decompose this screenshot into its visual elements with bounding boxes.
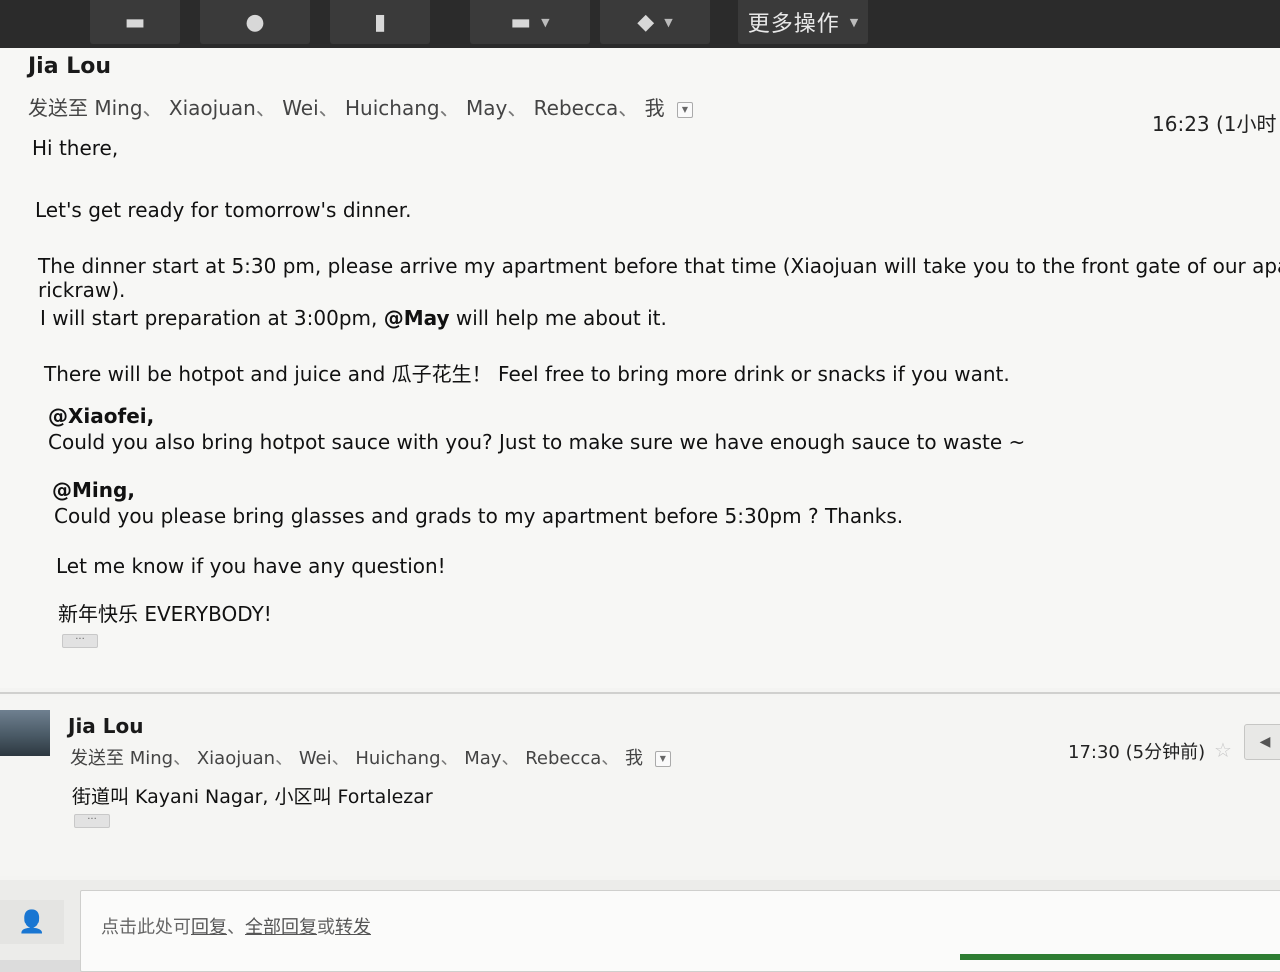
- recipient[interactable]: Ming: [94, 96, 142, 120]
- recipient-separator: 、: [318, 96, 339, 120]
- recipients-prefix: 发送至: [28, 96, 88, 120]
- spam-icon: ●: [245, 9, 265, 35]
- user-icon: 👤: [0, 900, 64, 944]
- labels-button[interactable]: ◆ ▼: [600, 0, 710, 44]
- message-expanded: Jia Lou 发送至 Ming、 Xiaojuan、 Wei、 Huichan…: [0, 48, 1280, 688]
- sender-name[interactable]: Jia Lou: [68, 714, 143, 738]
- recipient-separator: 、: [255, 96, 276, 120]
- recipient[interactable]: Ming: [130, 748, 173, 769]
- archive-icon: ▬: [124, 9, 146, 35]
- message-timestamp: 16:23 (1小时: [1152, 112, 1277, 136]
- sender-name[interactable]: Jia Lou: [28, 54, 111, 79]
- reply-or: 或: [317, 917, 335, 938]
- recipient-separator: 、: [501, 748, 520, 769]
- recipient-separator: 、: [507, 96, 528, 120]
- chevron-down-icon: ▼: [849, 15, 859, 29]
- delete-button[interactable]: ▮: [330, 0, 430, 44]
- recipient[interactable]: Rebecca: [525, 748, 601, 769]
- report-spam-button[interactable]: ●: [200, 0, 310, 44]
- move-to-button[interactable]: ▬ ▼: [470, 0, 590, 44]
- recipient[interactable]: 我: [625, 748, 643, 769]
- body-paragraph: 街道叫 Kayani Nagar, 小区叫 Fortalezar: [72, 786, 433, 808]
- body-text: will help me about it.: [449, 306, 667, 330]
- star-icon[interactable]: ☆: [1214, 738, 1232, 762]
- recipient[interactable]: Wei: [299, 748, 332, 769]
- details-dropdown-icon[interactable]: ▼: [676, 101, 693, 118]
- recipient-list: 发送至 Ming、 Xiaojuan、 Wei、 Huichang、 May、 …: [28, 92, 693, 121]
- body-paragraph: There will be hotpot and juice and 瓜子花生！…: [44, 362, 1010, 386]
- chevron-down-icon: ▼: [541, 15, 550, 29]
- recipient-separator: 、: [173, 748, 192, 769]
- body-paragraph: 新年快乐 EVERYBODY!: [58, 602, 272, 626]
- folder-icon: ▬: [510, 9, 532, 35]
- chevron-down-icon: ▼: [664, 15, 673, 29]
- archive-button[interactable]: ▬: [90, 0, 180, 44]
- recipient-separator: 、: [601, 748, 620, 769]
- recipient-separator: 、: [331, 748, 350, 769]
- reply-arrow-icon[interactable]: ◀: [1244, 724, 1280, 760]
- reply-all-link[interactable]: 全部回复: [245, 917, 317, 938]
- recipient-separator: 、: [275, 748, 294, 769]
- mention-ming[interactable]: @Ming,: [52, 478, 135, 502]
- body-text: I will start preparation at 3:00pm,: [40, 306, 384, 330]
- recipient-separator: 、: [440, 748, 459, 769]
- recipient-separator: 、: [142, 96, 163, 120]
- recipient-list: 发送至 Ming、 Xiaojuan、 Wei、 Huichang、 May、 …: [70, 744, 671, 770]
- body-paragraph: The dinner start at 5:30 pm, please arri…: [38, 254, 1280, 278]
- recipient[interactable]: May: [466, 96, 507, 120]
- body-paragraph: I will start preparation at 3:00pm, @May…: [40, 306, 667, 330]
- recipient[interactable]: May: [464, 748, 501, 769]
- recipient-separator: 、: [439, 96, 460, 120]
- reply-prefix: 点击此处可: [101, 917, 191, 938]
- delete-icon: ▮: [373, 9, 387, 35]
- message-timestamp: 17:30 (5分钟前): [1068, 742, 1206, 763]
- more-actions-label: 更多操作: [747, 12, 840, 37]
- recipient[interactable]: Xiaojuan: [169, 96, 256, 120]
- reply-link[interactable]: 回复: [191, 917, 227, 938]
- recipient[interactable]: Huichang: [345, 96, 440, 120]
- status-bar-accent: [960, 954, 1280, 960]
- more-actions-button[interactable]: 更多操作 ▼: [738, 0, 868, 44]
- recipient[interactable]: Wei: [282, 96, 318, 120]
- forward-link[interactable]: 转发: [335, 917, 371, 938]
- body-paragraph: Let's get ready for tomorrow's dinner.: [35, 198, 412, 222]
- label-icon: ◆: [637, 9, 655, 35]
- recipient[interactable]: Huichang: [355, 748, 440, 769]
- mention-xiaofei[interactable]: @Xiaofei,: [48, 404, 154, 428]
- message-expanded: Jia Lou 发送至 Ming、 Xiaojuan、 Wei、 Huichan…: [0, 696, 1280, 876]
- body-paragraph: Could you please bring glasses and grads…: [54, 504, 904, 528]
- recipient-separator: 、: [618, 96, 639, 120]
- body-paragraph: Could you also bring hotpot sauce with y…: [48, 430, 1026, 454]
- body-greeting: Hi there,: [32, 136, 119, 160]
- show-trimmed-content-button[interactable]: ···: [62, 634, 98, 648]
- recipient[interactable]: 我: [645, 96, 665, 120]
- details-dropdown-icon[interactable]: ▼: [654, 751, 671, 767]
- reply-area: 👤 点击此处可回复、全部回复或转发: [0, 880, 1280, 972]
- avatar[interactable]: [0, 710, 50, 756]
- toolbar: ▬ ● ▮ ▬ ▼ ◆ ▼ 更多操作 ▼: [0, 0, 1280, 48]
- body-paragraph: rickraw).: [38, 278, 126, 302]
- recipient[interactable]: Rebecca: [534, 96, 619, 120]
- message-divider: [0, 692, 1280, 694]
- show-trimmed-content-button[interactable]: ···: [74, 814, 110, 828]
- mention-may[interactable]: @May: [384, 306, 450, 330]
- recipient[interactable]: Xiaojuan: [197, 748, 275, 769]
- reply-prompt: 点击此处可回复、全部回复或转发: [101, 913, 371, 939]
- recipients-prefix: 发送至: [70, 748, 124, 769]
- reply-separator: 、: [227, 917, 245, 938]
- body-paragraph: Let me know if you have any question!: [56, 554, 446, 578]
- conversation-view: Jia Lou 发送至 Ming、 Xiaojuan、 Wei、 Huichan…: [0, 48, 1280, 972]
